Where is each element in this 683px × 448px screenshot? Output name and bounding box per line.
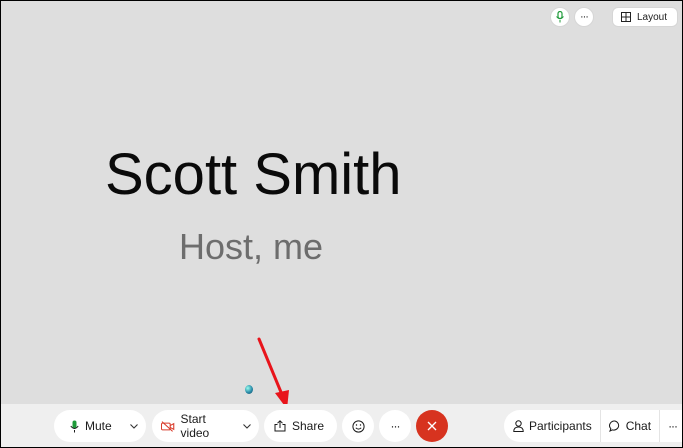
top-controls: ··· Layout [549,7,678,27]
video-split-button: Start video [152,410,259,442]
grid-icon [620,12,631,22]
video-options-button[interactable] [236,410,258,442]
annotation-arrow-icon [257,337,289,409]
ellipsis-icon: ··· [390,419,401,433]
person-icon [513,420,524,432]
emoji-icon [351,419,365,433]
share-label: Share [292,419,325,433]
participants-button[interactable]: Participants [504,410,600,442]
more-options-button[interactable]: ··· [573,7,594,27]
chevron-down-icon [243,423,251,429]
panel-controls: Participants Chat ··· [504,410,682,442]
participants-label: Participants [529,419,592,433]
mute-options-button[interactable] [123,410,145,442]
share-button[interactable]: Share [264,410,337,442]
chevron-down-icon [130,423,138,429]
overflow-menu-button[interactable]: ··· [660,410,682,442]
participant-name: Scott Smith [105,142,402,207]
start-video-label: Start video [180,412,210,440]
meeting-toolbar: Mute Start video Share ··· Participants … [1,404,682,447]
reactions-button[interactable] [342,410,374,442]
microphone-icon [70,420,79,432]
layout-label: Layout [636,11,667,23]
close-icon [427,421,437,431]
ellipsis-icon: ··· [579,10,589,23]
video-off-icon [161,420,175,432]
participant-role: Host, me [179,226,324,267]
mute-split-button: Mute [54,410,146,442]
chat-bubble-icon [608,420,619,432]
mute-label: Mute [85,419,112,433]
share-icon [274,420,286,432]
chat-label: Chat [625,419,652,433]
mic-status-button[interactable] [549,7,570,27]
start-video-button[interactable]: Start video [152,410,236,442]
more-actions-button[interactable]: ··· [379,410,411,442]
microphone-icon [556,11,564,23]
chat-button[interactable]: Chat [601,410,659,442]
meeting-window: ··· Layout Scott Smith Host, me Mute Sta… [0,0,683,448]
layout-button[interactable]: Layout [611,7,678,27]
mute-button[interactable]: Mute [54,410,123,442]
ellipsis-icon: ··· [668,419,678,433]
end-call-button[interactable] [416,410,448,442]
